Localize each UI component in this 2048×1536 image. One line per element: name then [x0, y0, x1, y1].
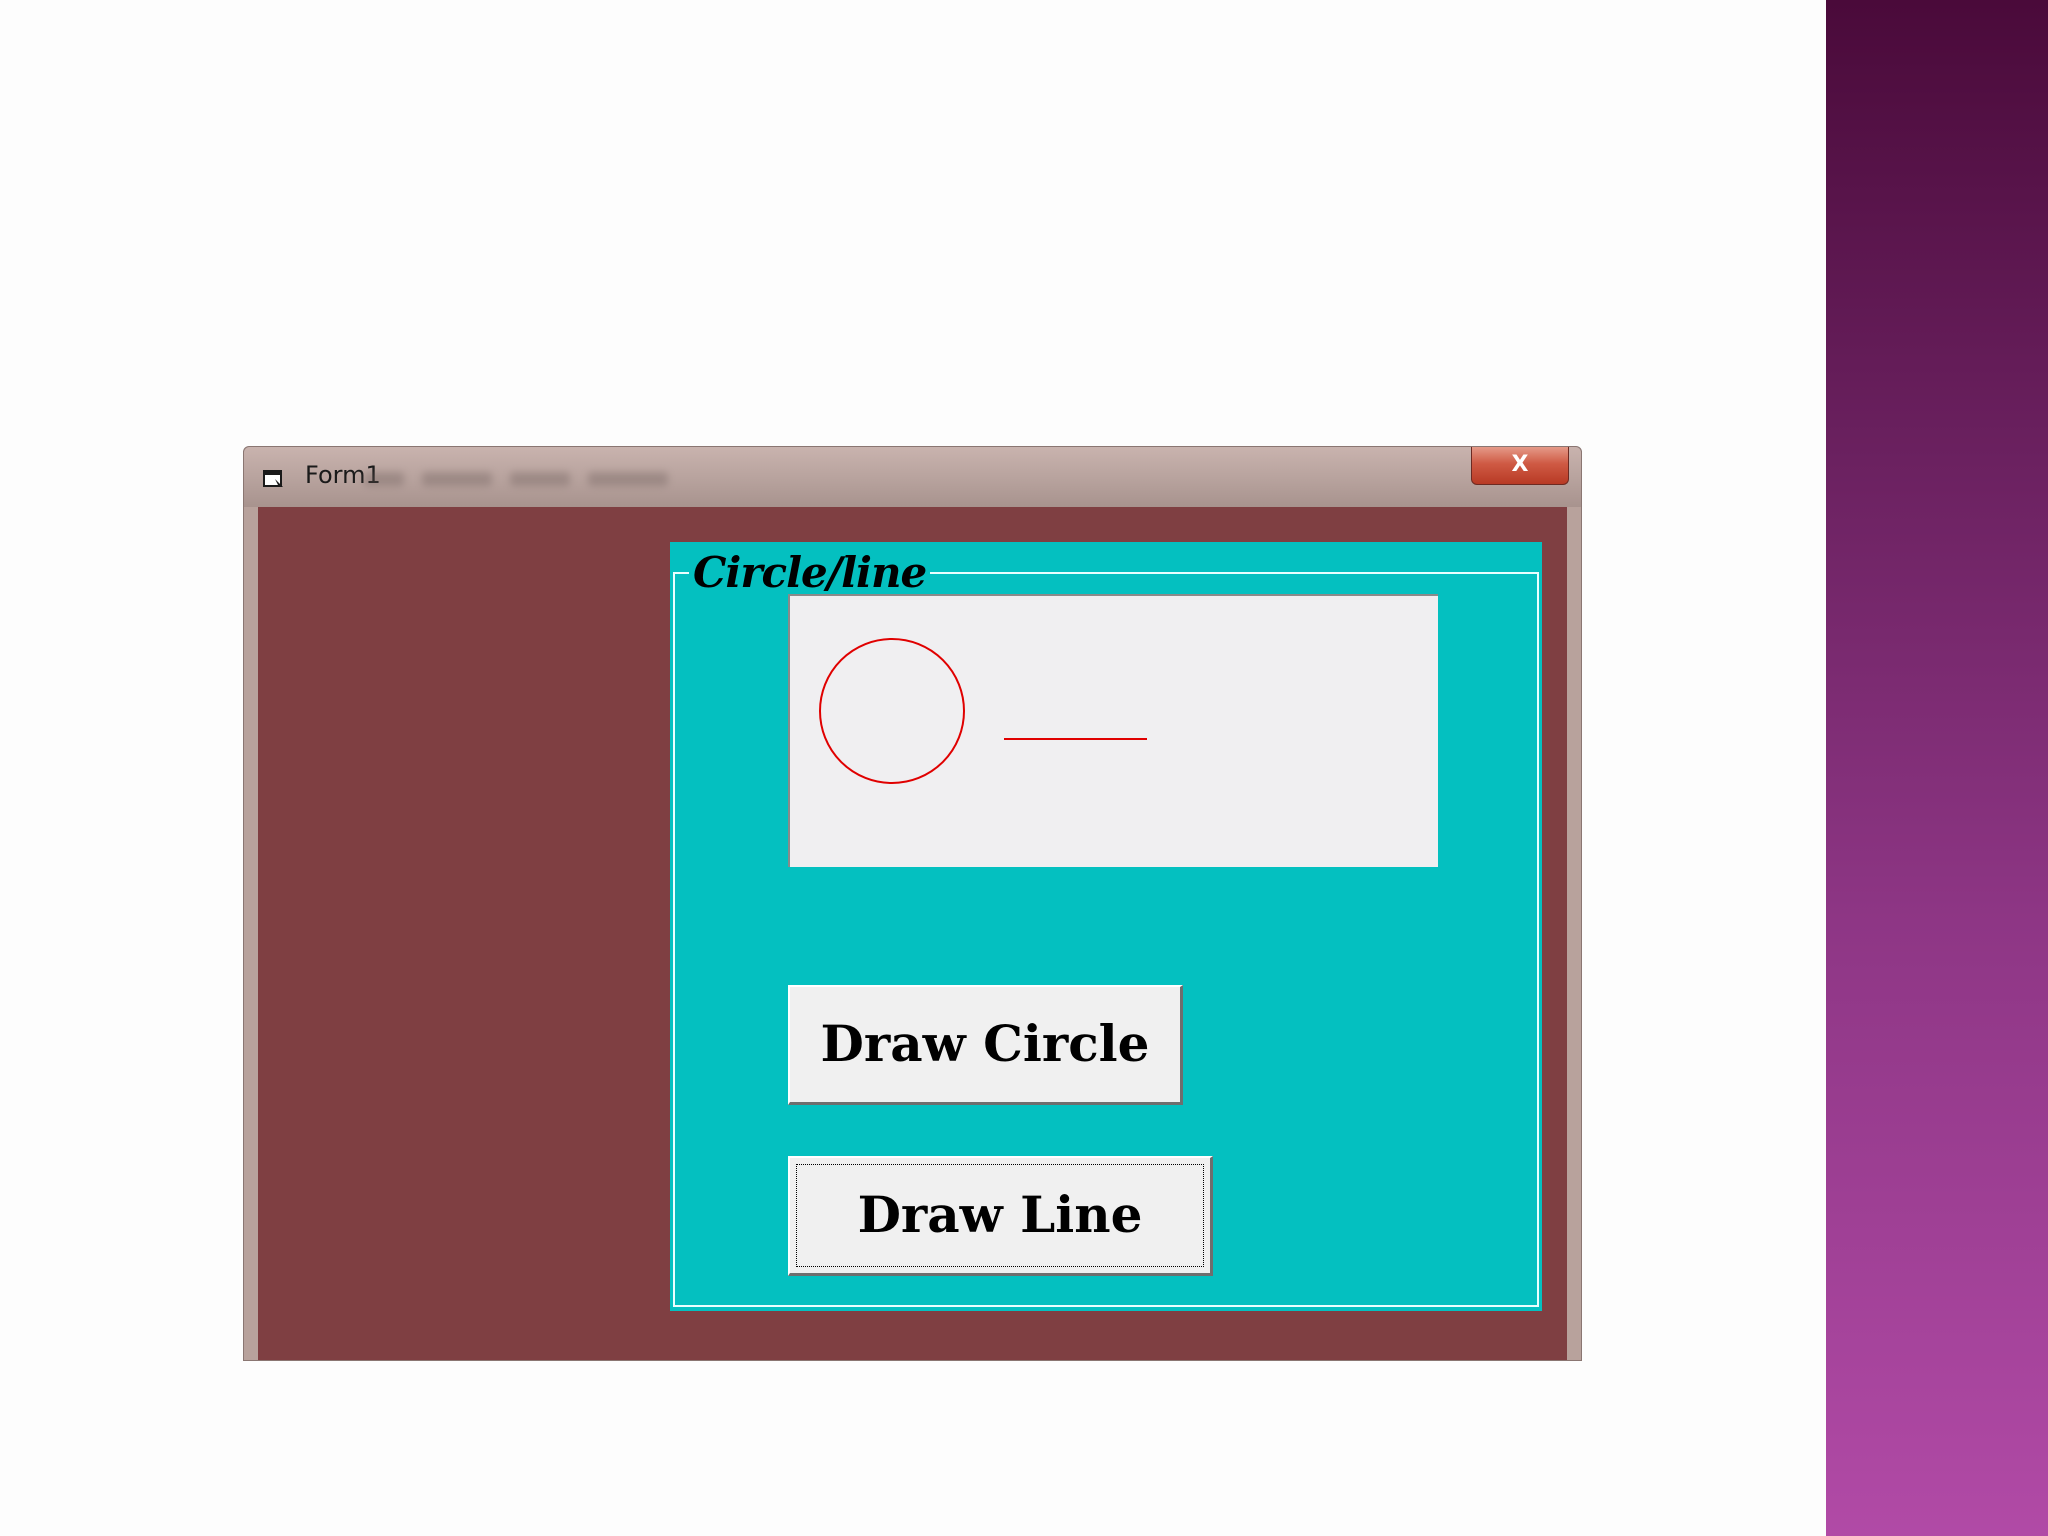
- form-window-icon: [263, 470, 283, 487]
- title-bar[interactable]: Form1 X: [244, 447, 1581, 507]
- circle-line-frame: Circle/line Draw Circle Draw Line: [670, 542, 1542, 1311]
- drawing-canvas: [819, 638, 1147, 784]
- frame-caption: Circle/line: [689, 550, 931, 596]
- slide-decorative-strip: [1826, 0, 2048, 1536]
- draw-circle-button[interactable]: Draw Circle: [788, 985, 1183, 1105]
- close-icon: X: [1511, 452, 1529, 477]
- focus-rectangle: [796, 1164, 1204, 1267]
- close-button[interactable]: X: [1471, 447, 1569, 485]
- drawing-picture-box[interactable]: [788, 594, 1438, 867]
- draw-line-button[interactable]: Draw Line: [788, 1156, 1213, 1276]
- drawn-circle: [819, 638, 965, 784]
- blurred-title-text: [364, 467, 984, 491]
- draw-circle-label: Draw Circle: [820, 1014, 1150, 1073]
